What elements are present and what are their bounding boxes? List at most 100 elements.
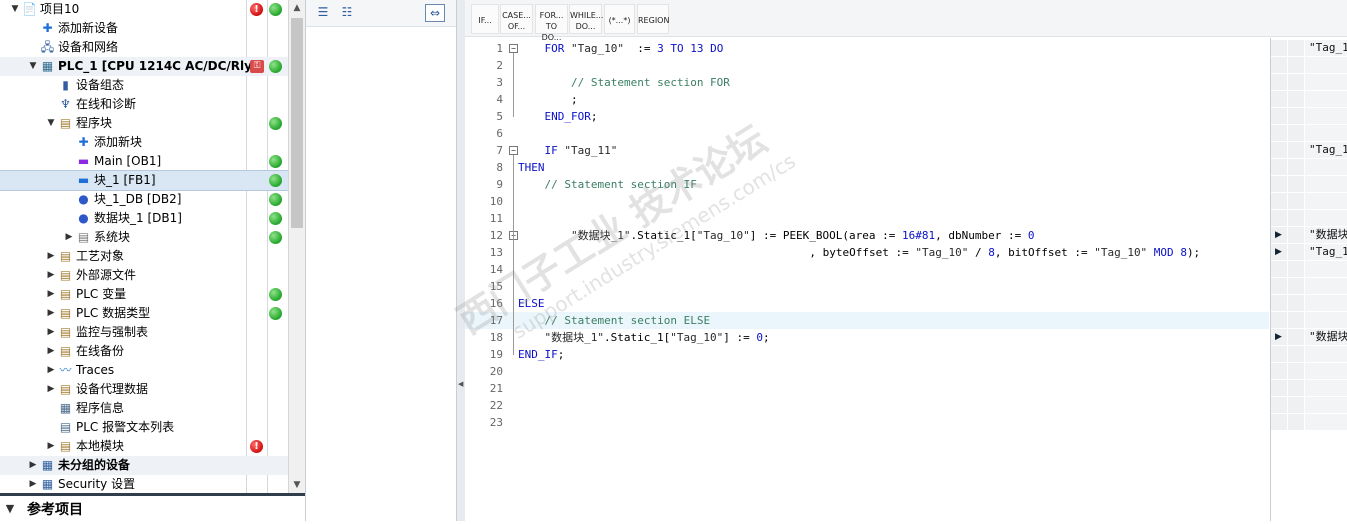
tree-item[interactable]: ▼ ▤ 程序块 xyxy=(0,114,288,133)
monitor-cell[interactable] xyxy=(1271,363,1347,381)
tree-item[interactable]: ● 块_1_DB [DB2] xyxy=(0,190,288,209)
tree-item[interactable]: ▶ ▤ 本地模块! xyxy=(0,437,288,456)
monitor-cell[interactable] xyxy=(1271,108,1347,126)
monitor-cell[interactable]: ▶ "数据块 xyxy=(1271,227,1347,245)
tree-item[interactable]: ▼ 📄 项目10! xyxy=(0,0,288,19)
monitor-cell[interactable] xyxy=(1271,210,1347,228)
reference-projects-header[interactable]: ▼ 参考项目 xyxy=(0,493,305,524)
monitor-cell[interactable]: ▶ "Tag_1 xyxy=(1271,244,1347,262)
code-line[interactable]: 9 // Statement section IF xyxy=(465,176,1269,193)
tree-item[interactable]: ▤ PLC 报警文本列表 xyxy=(0,418,288,437)
chevron-down-icon[interactable]: ▼ xyxy=(10,0,20,19)
monitor-cell[interactable] xyxy=(1271,193,1347,211)
monitor-cell[interactable] xyxy=(1271,346,1347,364)
monitor-cell[interactable] xyxy=(1271,397,1347,415)
tree-item[interactable]: ▦ 程序信息 xyxy=(0,399,288,418)
monitor-cell[interactable] xyxy=(1271,159,1347,177)
tree-item[interactable]: ▮ 设备组态 xyxy=(0,76,288,95)
monitor-cell[interactable] xyxy=(1271,57,1347,75)
code-line[interactable]: 5 END_FOR; xyxy=(465,108,1269,125)
monitor-cell[interactable] xyxy=(1271,176,1347,194)
code-line[interactable]: 13 , byteOffset := "Tag_10" / 8, bitOffs… xyxy=(465,244,1269,261)
play-icon[interactable]: ▶ xyxy=(1275,329,1282,345)
chevron-right-icon[interactable]: ▶ xyxy=(46,285,56,304)
monitor-cell[interactable] xyxy=(1271,261,1347,279)
chevron-right-icon[interactable]: ▶ xyxy=(46,247,56,266)
instruction-button[interactable]: REGION xyxy=(637,4,669,34)
code-line[interactable]: 3 // Statement section FOR xyxy=(465,74,1269,91)
tree-item[interactable]: ✚ 添加新块 xyxy=(0,133,288,152)
instruction-button[interactable]: IF... xyxy=(471,4,499,34)
collapse-all-icon[interactable]: ☷ xyxy=(338,4,356,20)
code-line[interactable]: 19 END_IF; xyxy=(465,346,1269,363)
tree-item[interactable]: 🖧 设备和网络 xyxy=(0,38,288,57)
code-line[interactable]: 21 xyxy=(465,380,1269,397)
tree-item[interactable]: ▶ ▦ Security 设置 xyxy=(0,475,288,493)
monitor-cell[interactable]: "Tag_1 xyxy=(1271,142,1347,160)
play-icon[interactable]: ▶ xyxy=(1275,227,1282,243)
chevron-right-icon[interactable]: ▶ xyxy=(46,380,56,399)
monitor-cell[interactable]: ▶ "数据块 xyxy=(1271,329,1347,347)
tree-item[interactable]: ▶ ▤ 外部源文件 xyxy=(0,266,288,285)
chevron-right-icon[interactable]: ▶ xyxy=(46,342,56,361)
monitor-cell[interactable] xyxy=(1271,312,1347,330)
fold-toggle-icon[interactable]: − xyxy=(509,44,518,53)
instruction-button[interactable]: (*...*) xyxy=(604,4,635,34)
chevron-right-icon[interactable]: ▶ xyxy=(46,361,56,380)
monitor-cell[interactable] xyxy=(1271,74,1347,92)
scroll-thumb[interactable] xyxy=(291,18,303,228)
tree-item[interactable]: ▶ 〰 Traces xyxy=(0,361,288,380)
code-line[interactable]: 8 THEN xyxy=(465,159,1269,176)
chevron-right-icon[interactable]: ▶ xyxy=(28,475,38,493)
instruction-button[interactable]: CASE... OF... xyxy=(500,4,533,34)
chevron-right-icon[interactable]: ▶ xyxy=(46,304,56,323)
code-line[interactable]: 11 xyxy=(465,210,1269,227)
tree-item[interactable]: ▬ Main [OB1] xyxy=(0,152,288,171)
tree-scrollbar[interactable]: ▲ ▼ xyxy=(288,0,305,493)
tree-item[interactable]: ▼ ▦ PLC_1 [CPU 1214C AC/DC/Rly] ⚿ xyxy=(0,57,288,76)
code-line[interactable]: 7− IF "Tag_11" xyxy=(465,142,1269,159)
chevron-right-icon[interactable]: ▶ xyxy=(64,228,74,247)
code-line[interactable]: 23 xyxy=(465,414,1269,431)
tree-item[interactable]: ▶ ▤ 监控与强制表 xyxy=(0,323,288,342)
monitor-cell[interactable] xyxy=(1271,295,1347,313)
code-line[interactable]: 15 xyxy=(465,278,1269,295)
code-line[interactable]: 22 xyxy=(465,397,1269,414)
play-icon[interactable]: ▶ xyxy=(1275,244,1282,260)
tree-item[interactable]: ▶ ▤ 工艺对象 xyxy=(0,247,288,266)
instruction-button[interactable]: FOR... TO DO... xyxy=(535,4,568,42)
monitor-cell[interactable]: "Tag_1 xyxy=(1271,40,1347,58)
monitor-cell[interactable] xyxy=(1271,125,1347,143)
chevron-right-icon[interactable]: ▶ xyxy=(46,323,56,342)
code-line[interactable]: 14 xyxy=(465,261,1269,278)
code-line[interactable]: 2 xyxy=(465,57,1269,74)
code-area[interactable]: 1− FOR "Tag_10" := 3 TO 13 DO 2 3 // State… xyxy=(465,38,1269,521)
tree-item[interactable]: ● 数据块_1 [DB1] xyxy=(0,209,288,228)
code-line[interactable]: 17 // Statement section ELSE xyxy=(465,312,1269,329)
chevron-down-icon[interactable]: ▼ xyxy=(5,499,15,518)
tree-item[interactable]: ♆ 在线和诊断 xyxy=(0,95,288,114)
scroll-down-icon[interactable]: ▼ xyxy=(289,477,305,493)
collapse-arrow-icon[interactable]: ◀ xyxy=(458,380,463,388)
monitor-cell[interactable] xyxy=(1271,414,1347,432)
tree-item[interactable]: ▶ ▦ 未分组的设备 xyxy=(0,456,288,475)
code-line[interactable]: 4 ; xyxy=(465,91,1269,108)
tree-item[interactable]: ▶ ▤ PLC 变量 xyxy=(0,285,288,304)
instruction-button[interactable]: WHILE... DO... xyxy=(569,4,603,34)
chevron-right-icon[interactable]: ▶ xyxy=(46,437,56,456)
chevron-down-icon[interactable]: ▼ xyxy=(28,57,38,76)
code-line[interactable]: 12− "数据块_1".Static_1["Tag_10"] := PEEK_B… xyxy=(465,227,1269,244)
tree-item[interactable]: ▬ 块_1 [FB1] xyxy=(0,170,289,191)
monitor-cell[interactable] xyxy=(1271,91,1347,109)
code-line[interactable]: 18 "数据块_1".Static_1["Tag_10"] := 0; xyxy=(465,329,1269,346)
code-line[interactable]: 20 xyxy=(465,363,1269,380)
code-line[interactable]: 10 xyxy=(465,193,1269,210)
tree-item[interactable]: ▶ ▤ 在线备份 xyxy=(0,342,288,361)
monitor-cell[interactable] xyxy=(1271,278,1347,296)
code-line[interactable]: 6 xyxy=(465,125,1269,142)
chevron-right-icon[interactable]: ▶ xyxy=(28,456,38,475)
fold-toggle-icon[interactable]: − xyxy=(509,146,518,155)
tree-item[interactable]: ▶ ▤ 设备代理数据 xyxy=(0,380,288,399)
code-line[interactable]: 1− FOR "Tag_10" := 3 TO 13 DO xyxy=(465,40,1269,57)
tree-item[interactable]: ✚ 添加新设备 xyxy=(0,19,288,38)
